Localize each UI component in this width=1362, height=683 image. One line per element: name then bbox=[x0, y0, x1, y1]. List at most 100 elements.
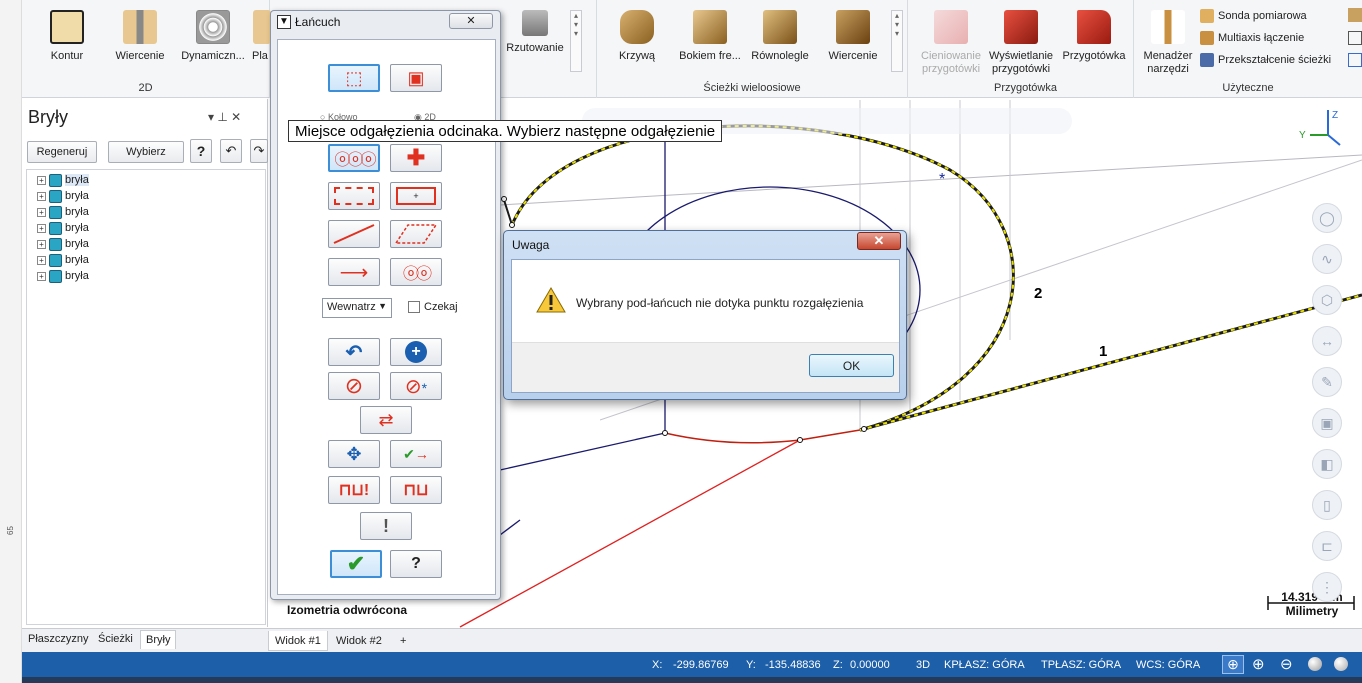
edit-tool-icon[interactable]: ✎ bbox=[1312, 367, 1342, 397]
vector-button[interactable]: ⟶ bbox=[328, 258, 380, 286]
tree-item[interactable]: + bryła bbox=[37, 252, 89, 268]
ok-chain-button[interactable]: ✔ bbox=[330, 550, 382, 578]
multiaxis-link-icon bbox=[1200, 31, 1214, 45]
expand-icon[interactable]: + bbox=[37, 271, 46, 281]
ribbon-extra-icon-1[interactable] bbox=[1348, 8, 1362, 22]
drill-button[interactable]: Wiercenie bbox=[110, 10, 170, 63]
tree-item[interactable]: + bryła bbox=[37, 236, 89, 252]
expand-icon[interactable]: + bbox=[37, 175, 46, 185]
verify-button[interactable]: ⊓⊔! bbox=[328, 476, 380, 504]
layer-tool-icon[interactable]: ◧ bbox=[1312, 449, 1342, 479]
probe-button[interactable]: Sonda pomiarowa bbox=[1200, 9, 1307, 23]
contour-button[interactable]: Kontur bbox=[42, 10, 92, 63]
multi-drill-button[interactable]: Wiercenie bbox=[821, 10, 885, 63]
ribbon-scroll-2[interactable]: ▴ ▾ ▾ bbox=[891, 10, 903, 72]
ribbon-group-label-utility: Użyteczne bbox=[1222, 82, 1274, 94]
expand-icon[interactable]: + bbox=[37, 191, 46, 201]
transform-button[interactable]: Przekształcenie ścieżki bbox=[1200, 53, 1331, 67]
expand-icon[interactable]: + bbox=[37, 239, 46, 249]
regenerate-button[interactable]: Regeneruj bbox=[27, 141, 97, 163]
shade-icon[interactable]: ⊖ bbox=[1280, 655, 1293, 673]
projection-button[interactable]: Rzutowanie bbox=[500, 10, 570, 55]
wireframe-mode-button[interactable]: ⬚ bbox=[328, 64, 380, 92]
point-button[interactable]: ✚ bbox=[390, 144, 442, 172]
expand-icon[interactable]: + bbox=[37, 223, 46, 233]
unselect-last-button[interactable]: ↶ bbox=[328, 338, 380, 366]
panel-controls[interactable]: ▾ ⊥ ✕ bbox=[208, 110, 241, 124]
tab-view-2[interactable]: Widok #2 bbox=[330, 631, 388, 651]
stock-shade-icon bbox=[934, 10, 968, 44]
expand-icon[interactable]: + bbox=[37, 207, 46, 217]
frame-tool-icon[interactable]: ▯ bbox=[1312, 490, 1342, 520]
ribbon-extra-icon-3[interactable] bbox=[1348, 53, 1362, 67]
warning-close-button[interactable]: ✕ bbox=[857, 232, 901, 250]
dimension-tool-icon[interactable]: ↔ bbox=[1312, 326, 1342, 356]
tab-paths[interactable]: Ścieżki bbox=[98, 633, 133, 645]
chain-close-button[interactable]: ✕ bbox=[449, 13, 493, 29]
checkbox-icon[interactable] bbox=[408, 301, 420, 313]
bracket-tool-icon[interactable]: ⊏ bbox=[1312, 531, 1342, 561]
wcs-status[interactable]: WCS: GÓRA bbox=[1136, 659, 1200, 671]
globe-icon-2[interactable]: ⊕ bbox=[1252, 655, 1265, 673]
stock-display-button[interactable]: Wyświetlanie przygotówki bbox=[984, 10, 1058, 76]
view-tabs: Widok #1 Widok #2 + bbox=[268, 628, 1362, 652]
expand-icon[interactable]: + bbox=[37, 255, 46, 265]
window-button[interactable] bbox=[328, 182, 380, 210]
wait-checkbox[interactable]: Czekaj bbox=[408, 301, 458, 313]
sphere-icon-2[interactable] bbox=[1334, 657, 1348, 671]
curve-button[interactable]: Krzywą bbox=[607, 10, 667, 63]
chain-help-button[interactable]: ? bbox=[390, 550, 442, 578]
add-view-button[interactable]: + bbox=[394, 631, 412, 651]
alert-options-button[interactable]: ! bbox=[360, 512, 412, 540]
tool-manager-button[interactable]: Menadżer narzędzi bbox=[1140, 10, 1196, 76]
tree-item[interactable]: + bryła bbox=[37, 204, 89, 220]
polygon-button[interactable] bbox=[390, 220, 442, 248]
tree-item[interactable]: + bryła bbox=[37, 172, 89, 188]
partial-button[interactable]: ⓞⓞ bbox=[390, 258, 442, 286]
box-tool-icon[interactable]: ▣ bbox=[1312, 408, 1342, 438]
checkmark-icon: ✔ bbox=[346, 551, 366, 576]
tab-view-1[interactable]: Widok #1 bbox=[268, 631, 328, 651]
ribbon-extra-icon-2[interactable] bbox=[1348, 31, 1362, 45]
mode-3d[interactable]: 3D bbox=[916, 659, 930, 671]
chain-button[interactable]: ⓞⓞⓞ bbox=[328, 144, 380, 172]
single-button[interactable] bbox=[328, 220, 380, 248]
ok-button[interactable]: OK bbox=[809, 354, 894, 377]
unselect-all-button[interactable]: ⊘* bbox=[390, 372, 442, 400]
curve-tool-icon[interactable]: ∿ bbox=[1312, 244, 1342, 274]
add-button[interactable]: + bbox=[390, 338, 442, 366]
grid-tool-icon[interactable]: ⋮ bbox=[1312, 572, 1342, 602]
stock-button[interactable]: Przygotówka bbox=[1060, 10, 1128, 63]
tree-item[interactable]: + bryła bbox=[37, 268, 89, 284]
help-button[interactable]: ? bbox=[190, 139, 212, 163]
tab-solids[interactable]: Bryły bbox=[140, 630, 177, 649]
reverse-button[interactable]: ⇄ bbox=[360, 406, 412, 434]
globe-icon[interactable]: ⊕ bbox=[1222, 655, 1244, 674]
swarf-button[interactable]: Bokiem fre... bbox=[675, 10, 745, 63]
undo-button[interactable]: ↶ bbox=[220, 139, 242, 163]
unselect-button[interactable]: ⊘ bbox=[328, 372, 380, 400]
dynamic-button[interactable]: Dynamiczn... bbox=[178, 10, 248, 63]
z-label: Z: bbox=[833, 659, 843, 671]
tab-planes[interactable]: Płaszczyzny bbox=[28, 633, 89, 645]
solid-tool-icon[interactable]: ⬡ bbox=[1312, 285, 1342, 315]
multiaxis-link-button[interactable]: Multiaxis łączenie bbox=[1200, 31, 1304, 45]
solid-mode-button[interactable]: ▣ bbox=[390, 64, 442, 92]
move-start-button[interactable]: ✥ bbox=[328, 440, 380, 468]
select-button[interactable]: Wybierz bbox=[108, 141, 184, 163]
area-button[interactable]: + bbox=[390, 182, 442, 210]
cplane-status[interactable]: KPŁASZ: GÓRA bbox=[944, 659, 1025, 671]
redo-button[interactable]: ↷ bbox=[250, 139, 268, 163]
ribbon-scroll[interactable]: ▴ ▾ ▾ bbox=[570, 10, 582, 72]
tplane-status[interactable]: TPŁASZ: GÓRA bbox=[1041, 659, 1121, 671]
stock-shade-button[interactable]: Cieniowanie przygotówki bbox=[918, 10, 984, 76]
mode-select[interactable]: Wewnatrz ▼ bbox=[322, 298, 392, 318]
end-options-button[interactable]: ✔→ bbox=[390, 440, 442, 468]
sphere-icon[interactable] bbox=[1308, 657, 1322, 671]
tree-item[interactable]: + bryła bbox=[37, 188, 89, 204]
tree-item[interactable]: + bryła bbox=[37, 220, 89, 236]
shape-button[interactable]: ⊓⊔ bbox=[390, 476, 442, 504]
parallel-button[interactable]: Równolegle bbox=[747, 10, 813, 63]
pla-button[interactable]: Pla bbox=[252, 10, 272, 63]
circle-tool-icon[interactable]: ◯ bbox=[1312, 203, 1342, 233]
